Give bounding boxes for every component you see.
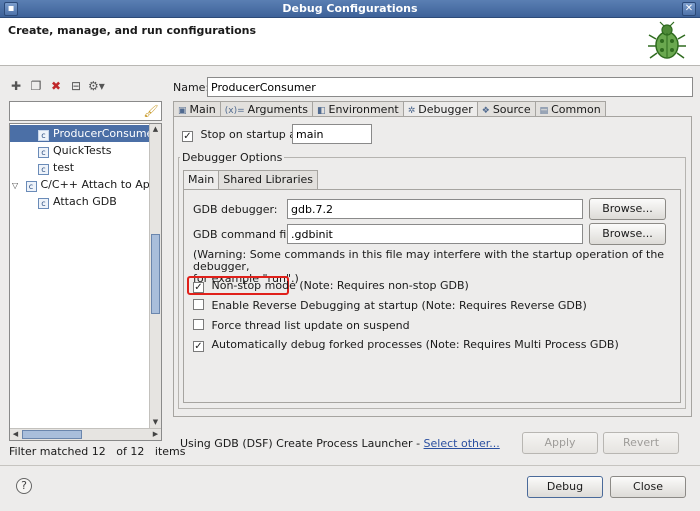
vertical-scroll-thumb[interactable] — [151, 234, 160, 314]
filter-field[interactable]: 🖌 — [9, 101, 162, 121]
tree-item-producerconsumer[interactable]: c ProducerConsumer — [10, 125, 158, 142]
gdb-debugger-label: GDB debugger: — [193, 203, 278, 216]
c-config-icon: c — [38, 164, 49, 175]
tree-item-quicktests[interactable]: c QuickTests — [38, 142, 112, 159]
scroll-up-icon[interactable]: ▲ — [150, 124, 161, 135]
tree-horizontal-scrollbar[interactable]: ◀ ▶ — [10, 428, 161, 440]
debugger-tab-icon: ✲ — [407, 106, 416, 116]
filter-input[interactable] — [10, 102, 140, 120]
debugger-main-panel — [183, 189, 681, 403]
debugger-options-label: Debugger Options — [180, 151, 285, 164]
gdb-command-file-label: GDB command file: — [193, 228, 300, 241]
c-config-icon: c — [38, 198, 49, 209]
name-label: Name: — [173, 81, 210, 94]
footer-separator — [0, 465, 700, 466]
filter-menu-icon[interactable]: ⚙▾ — [88, 78, 105, 94]
help-icon[interactable]: ? — [16, 478, 32, 494]
new-config-icon[interactable]: ✚ — [8, 78, 24, 94]
scroll-left-icon[interactable]: ◀ — [10, 429, 21, 440]
subtab-main[interactable]: Main — [183, 170, 220, 190]
revert-button[interactable]: Revert — [603, 432, 679, 454]
stop-on-startup-input[interactable] — [292, 124, 372, 144]
header-title: Create, manage, and run configurations — [8, 24, 257, 37]
option-reverse-debugging[interactable]: Enable Reverse Debugging at startup (Not… — [193, 299, 587, 312]
tab-environment[interactable]: ◧ Environment — [311, 101, 404, 117]
subtab-shared-libraries[interactable]: Shared Libraries — [218, 170, 318, 189]
common-tab-icon: ▤ — [539, 106, 549, 116]
expanded-arrow-icon[interactable]: ▽ — [12, 177, 22, 194]
c-config-icon: c — [38, 147, 49, 158]
reverse-debugging-checkbox[interactable] — [193, 299, 204, 310]
browse-gdb-command-file-button[interactable]: Browse... — [589, 223, 666, 245]
config-name-input[interactable] — [207, 77, 693, 97]
arguments-tab-icon: (x)= — [224, 106, 245, 116]
config-toolbar: ✚ ❐ ✖ ⊟ ⚙▾ — [8, 76, 105, 96]
close-window-icon[interactable]: ✕ — [682, 2, 696, 16]
launcher-info: Using GDB (DSF) Create Process Launcher … — [180, 437, 500, 450]
tree-item-attach-group[interactable]: ▽ c C/C++ Attach to Applic — [12, 176, 161, 194]
select-other-link[interactable]: Select other... — [424, 437, 500, 450]
browse-gdb-debugger-button[interactable]: Browse... — [589, 198, 666, 220]
window-menu-icon[interactable]: ▪ — [4, 2, 18, 16]
option-non-stop-mode[interactable]: ✓ Non-stop mode (Note: Requires non-stop… — [193, 279, 469, 293]
tree-vertical-scrollbar[interactable]: ▲ ▼ — [149, 124, 161, 428]
apply-button[interactable]: Apply — [522, 432, 598, 454]
tree-item-test[interactable]: c test — [38, 159, 74, 176]
attach-type-icon: c — [25, 181, 37, 192]
main-tab-icon: ▣ — [178, 106, 187, 116]
scroll-down-icon[interactable]: ▼ — [150, 417, 161, 428]
gdb-command-file-input[interactable] — [287, 224, 583, 244]
collapse-all-icon[interactable]: ⊟ — [68, 78, 84, 94]
force-thread-update-checkbox[interactable] — [193, 319, 204, 330]
stop-on-startup-row: ✓ Stop on startup at: — [182, 128, 304, 142]
tab-common[interactable]: ▤ Common — [534, 101, 606, 117]
tree-item-attach-gdb[interactable]: c Attach GDB — [38, 193, 117, 210]
debugger-subtabs: Main Shared Libraries — [183, 170, 318, 190]
config-tree[interactable]: c ProducerConsumer c QuickTests c test ▽ cC… — [9, 123, 162, 441]
window-title: Debug Configurations — [282, 2, 418, 15]
title-bar: Debug Configurations ▪ ✕ — [0, 0, 700, 18]
config-tabs: ▣ Main (x)= Arguments ◧ Environment ✲ Debugg… — [173, 101, 606, 118]
debug-button[interactable]: Debug — [527, 476, 603, 498]
tab-arguments[interactable]: (x)= Arguments — [219, 101, 313, 117]
gdb-debugger-input[interactable] — [287, 199, 583, 219]
c-config-icon: c — [38, 130, 49, 141]
option-force-thread-update[interactable]: Force thread list update on suspend — [193, 319, 410, 332]
option-debug-forked-processes[interactable]: ✓ Automatically debug forked processes (… — [193, 338, 619, 352]
debug-forked-processes-checkbox[interactable]: ✓ — [193, 341, 204, 352]
dialog-header: Create, manage, and run configurations — [0, 18, 700, 66]
filter-status: Filter matched 12 of 12 items — [9, 445, 186, 458]
stop-on-startup-checkbox[interactable]: ✓ — [182, 131, 193, 142]
tab-main[interactable]: ▣ Main — [173, 101, 221, 117]
tab-source[interactable]: ❖ Source — [476, 101, 536, 117]
source-tab-icon: ❖ — [481, 106, 490, 116]
non-stop-mode-checkbox[interactable]: ✓ — [193, 282, 204, 293]
debug-bug-icon — [648, 21, 686, 59]
environment-tab-icon: ◧ — [316, 106, 326, 116]
duplicate-config-icon[interactable]: ❐ — [28, 78, 44, 94]
delete-config-icon[interactable]: ✖ — [48, 78, 64, 94]
scroll-right-icon[interactable]: ▶ — [150, 429, 161, 440]
horizontal-scroll-thumb[interactable] — [22, 430, 82, 439]
clear-filter-icon[interactable]: 🖌 — [143, 103, 159, 119]
close-button[interactable]: Close — [610, 476, 686, 498]
stop-on-startup-label: Stop on startup at: — [200, 128, 305, 141]
